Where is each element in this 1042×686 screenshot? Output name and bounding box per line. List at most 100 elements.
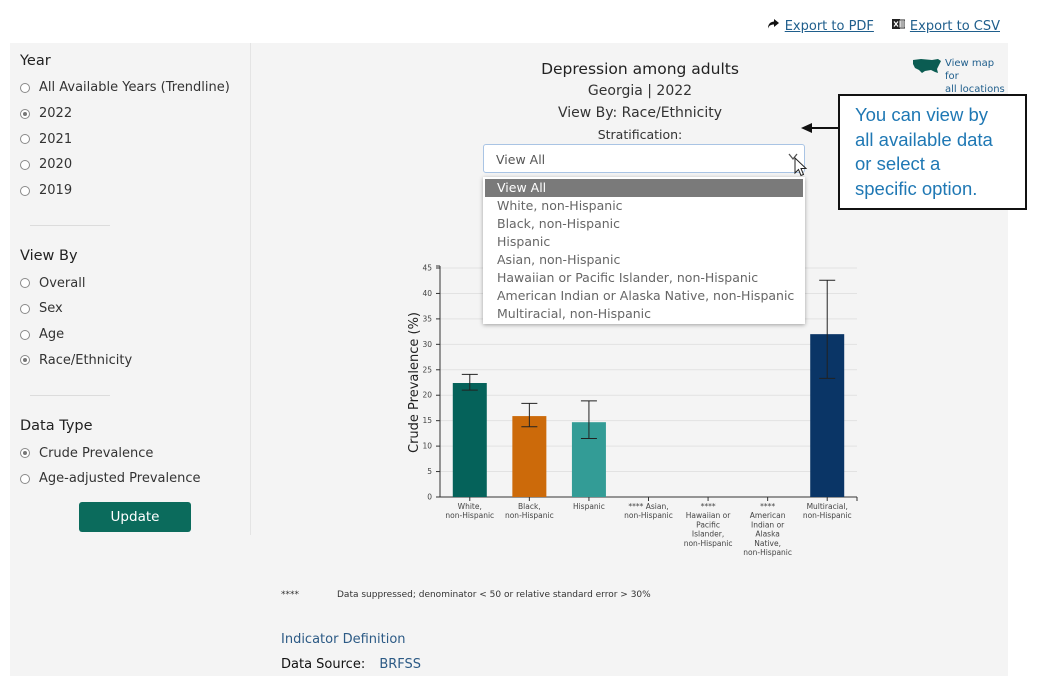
- dropdown-option[interactable]: White, non-Hispanic: [483, 197, 805, 215]
- callout-arrow-icon: [801, 123, 838, 133]
- view-map-link[interactable]: View map for all locations: [912, 57, 1008, 96]
- excel-icon: [891, 18, 906, 34]
- radio-label: Age-adjusted Prevalence: [39, 471, 201, 487]
- view-by-radio-option[interactable]: Age: [20, 322, 250, 348]
- share-arrow-icon: [767, 18, 780, 34]
- update-button[interactable]: Update: [79, 501, 191, 532]
- radio-label: Age: [39, 327, 65, 343]
- x-tick-label-line: non-Hispanic: [743, 548, 792, 557]
- x-tick-label-line: American: [750, 511, 786, 520]
- radio-label: Crude Prevalence: [39, 445, 154, 461]
- radio-button[interactable]: [20, 278, 30, 289]
- x-tick-label-line: Black,: [518, 502, 541, 511]
- x-tick-label-line: Hawaiian or: [686, 511, 731, 520]
- y-axis-title: Crude Prevalence (%): [407, 312, 422, 453]
- x-tick-label-line: Pacific: [696, 520, 720, 529]
- radio-button[interactable]: [20, 185, 30, 196]
- x-tick-label: Hispanic: [573, 502, 605, 511]
- radio-button[interactable]: [20, 473, 30, 484]
- radio-button[interactable]: [20, 329, 30, 340]
- year-radio-option[interactable]: 2019: [20, 178, 250, 204]
- callout-text-line: You can view by: [855, 104, 989, 125]
- chart-title: Depression among adults: [541, 60, 739, 78]
- x-tick-label: Multiracial, non-Hispanic: [803, 502, 852, 520]
- x-tick-label-line: Alaska: [755, 530, 780, 539]
- radio-label: 2022: [39, 106, 73, 122]
- data-type-options: Crude Prevalence Age-adjusted Prevalence: [20, 440, 250, 491]
- dropdown-option[interactable]: American Indian or Alaska Native, non-Hi…: [483, 287, 805, 305]
- x-tick-label-line: **** Asian,: [628, 502, 668, 511]
- callout-text-line: all available data: [855, 128, 993, 150]
- x-tick-label-line: Hispanic: [573, 502, 605, 511]
- x-tick-label-line: Islander,: [692, 530, 724, 539]
- annotation-callout: You can view by all available data or sele…: [838, 94, 1027, 210]
- x-tick-label: **** American Indian or Alaska Native, non-Hi…: [743, 502, 792, 557]
- stratification-dropdown-list: View All White, non-Hispanic Black, non-Hi…: [483, 177, 805, 324]
- export-pdf-link[interactable]: Export to PDF: [767, 18, 874, 34]
- x-tick-label-line: White,: [458, 502, 482, 511]
- data-type-radio-option[interactable]: Crude Prevalence: [20, 440, 250, 466]
- y-tick-label: 35: [422, 314, 432, 323]
- y-tick-label: 5: [427, 467, 432, 476]
- y-tick-label: 0: [427, 493, 432, 502]
- radio-button[interactable]: [20, 134, 30, 145]
- y-tick-label: 10: [422, 442, 432, 451]
- x-tick-label-line: non-Hispanic: [624, 511, 673, 520]
- x-tick-label: **** Asian, non-Hispanic: [624, 502, 673, 520]
- indicator-definition-link[interactable]: Indicator Definition: [281, 632, 406, 647]
- callout-text-line: specific option.: [855, 177, 978, 199]
- x-tick-label-line: ****: [701, 502, 716, 511]
- data-source-link[interactable]: BRFSS: [379, 657, 421, 672]
- radio-button[interactable]: [20, 82, 30, 93]
- x-tick-label-line: non-Hispanic: [505, 511, 554, 520]
- radio-label: All Available Years (Trendline): [39, 80, 230, 96]
- y-tick-label: 45: [422, 264, 432, 273]
- radio-button[interactable]: [20, 355, 30, 366]
- x-tick-label: White, non-Hispanic: [445, 502, 494, 520]
- dropdown-option[interactable]: Multiracial, non-Hispanic: [483, 305, 805, 323]
- dropdown-option[interactable]: Black, non-Hispanic: [483, 215, 805, 233]
- dropdown-option[interactable]: Hawaiian or Pacific Islander, non-Hispan…: [483, 269, 805, 287]
- radio-button[interactable]: [20, 303, 30, 314]
- radio-button[interactable]: [20, 159, 30, 170]
- radio-label: 2021: [39, 131, 73, 147]
- view-by-radio-option[interactable]: Race/Ethnicity: [20, 348, 250, 374]
- radio-label: 2019: [39, 183, 73, 199]
- bar: [512, 416, 547, 497]
- map-link-line1: View map for: [945, 58, 995, 82]
- year-group-title: Year: [20, 53, 51, 69]
- x-tick-label: Black, non-Hispanic: [505, 502, 554, 520]
- y-tick-label: 25: [422, 365, 432, 374]
- year-radio-option[interactable]: 2022: [20, 101, 250, 127]
- stratification-select[interactable]: View All: [483, 144, 805, 173]
- dropdown-option[interactable]: View All: [485, 179, 803, 197]
- view-by-heading: View By: Race/Ethnicity: [557, 105, 723, 121]
- export-pdf-label: Export to PDF: [784, 18, 874, 34]
- dropdown-option[interactable]: Asian, non-Hispanic: [483, 251, 805, 269]
- dropdown-option[interactable]: Hispanic: [483, 233, 805, 251]
- radio-label: Race/Ethnicity: [39, 352, 133, 368]
- view-by-group-title: View By: [20, 248, 78, 265]
- data-type-radio-option[interactable]: Age-adjusted Prevalence: [20, 466, 250, 492]
- y-tick-label: 30: [422, 340, 432, 349]
- year-radio-option[interactable]: 2020: [20, 152, 250, 178]
- view-by-radio-option[interactable]: Sex: [20, 296, 250, 322]
- view-by-radio-option[interactable]: Overall: [20, 270, 250, 296]
- export-csv-label: Export to CSV: [909, 18, 1000, 34]
- year-options: All Available Years (Trendline) 2022 2021 2…: [20, 75, 250, 203]
- year-radio-option[interactable]: 2021: [20, 126, 250, 152]
- y-tick-label: 20: [422, 391, 432, 400]
- radio-button[interactable]: [20, 448, 30, 459]
- export-csv-link[interactable]: Export to CSV: [891, 18, 1000, 34]
- bar: [452, 383, 487, 497]
- radio-button[interactable]: [20, 108, 30, 119]
- footnote-symbol: ****: [281, 590, 299, 600]
- suppression-footnote: **** Data suppressed; denominator < 50 o…: [281, 590, 651, 600]
- radio-label: 2020: [39, 157, 73, 173]
- data-type-group-title: Data Type: [20, 418, 93, 435]
- x-tick-label-line: Native,: [754, 539, 781, 548]
- divider: [30, 225, 110, 227]
- year-radio-option[interactable]: All Available Years (Trendline): [20, 75, 250, 101]
- export-bar: Export to PDF Export to CSV: [767, 18, 1000, 34]
- callout-text-line: or select a: [855, 153, 941, 174]
